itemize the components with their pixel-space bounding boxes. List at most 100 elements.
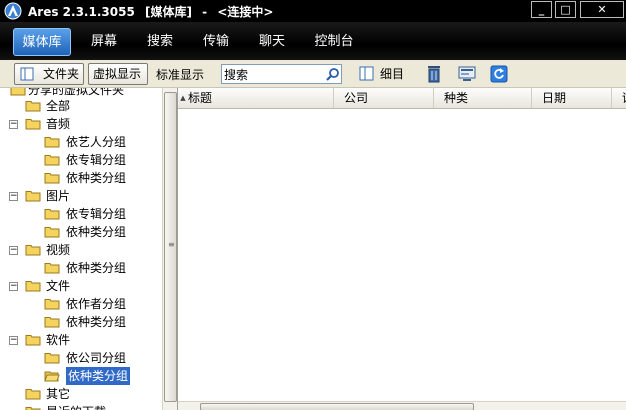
tree-item-label: 依种类分组 (66, 171, 127, 185)
tree-item[interactable]: 依种类分组 (0, 367, 160, 385)
file-list: ▲ 标题 公司 种类 日期 评 (178, 88, 626, 410)
tree-item-label: 依种类分组 (66, 315, 127, 329)
tree-item[interactable]: 其它 (0, 385, 160, 403)
tree-item-label: 依作者分组 (66, 297, 127, 311)
tree-item[interactable]: 依公司分组 (0, 349, 160, 367)
details-view-label: 细目 (380, 67, 405, 81)
folder-icon (25, 101, 41, 112)
app-name: Ares 2.3.1.3055 (28, 5, 135, 19)
tree-item-label: 依种类分组 (66, 261, 127, 275)
folder-icon (44, 263, 60, 274)
tree-item-label: 软件 (46, 333, 71, 347)
tree-item[interactable]: 依专辑分组 (0, 151, 160, 169)
folder-icon (44, 299, 60, 310)
tree-item[interactable]: 依种类分组 (0, 313, 160, 331)
folder-icon (25, 335, 41, 346)
folder-icon (44, 173, 60, 184)
tree-item[interactable]: 全部 (0, 97, 160, 115)
tree-item[interactable]: − 图片 (0, 187, 160, 205)
folder-icon (44, 227, 60, 238)
tab-transfer[interactable]: 传输 (196, 28, 236, 56)
tree-item[interactable]: 依专辑分组 (0, 205, 160, 223)
title-bar[interactable]: Ares 2.3.1.3055 [媒体库] - <连接中> _ □ ✕ (0, 0, 626, 22)
standard-view-link[interactable]: 标准显示 (156, 66, 204, 83)
column-date[interactable]: 日期 (532, 88, 612, 108)
tree-item-label: 依种类分组 (66, 225, 127, 239)
tree-collapse-toggle[interactable]: − (9, 246, 18, 255)
folder-icon (44, 137, 60, 148)
folder-icon (25, 281, 41, 292)
tree-item[interactable]: 依种类分组 (0, 223, 160, 241)
tab-search[interactable]: 搜索 (140, 28, 180, 56)
search-box (221, 64, 342, 84)
folder-icon (25, 119, 41, 130)
tree-collapse-toggle[interactable]: − (9, 336, 18, 345)
tree-item-label: 视频 (46, 243, 71, 257)
delete-icon[interactable] (424, 64, 444, 84)
folder-icon (25, 191, 41, 202)
tree-item[interactable]: 依种类分组 (0, 259, 160, 277)
tab-chat[interactable]: 聊天 (252, 28, 292, 56)
folder-icon (10, 88, 26, 96)
tree-item-label: 最近的下载 (46, 403, 106, 410)
tree-item[interactable]: 最近的下载 (0, 403, 160, 410)
tree-collapse-toggle[interactable]: − (9, 120, 18, 129)
folder-icon (25, 245, 41, 256)
folder-icon (44, 209, 60, 220)
tree-item[interactable]: − 音频 (0, 115, 160, 133)
tree-item[interactable]: 依种类分组 (0, 169, 160, 187)
folder-tree: 分享的虚拟文件夹 全部 − 音频 依艺人分组 依专辑分组 依种类分组 − 图片 依专辑分组 依种类分… (0, 88, 178, 410)
column-rating[interactable]: 评 (612, 88, 626, 108)
list-hscroll-thumb[interactable] (200, 403, 474, 410)
details-view-icon (359, 66, 374, 81)
screen-icon[interactable] (457, 64, 477, 84)
search-icon[interactable] (325, 67, 340, 82)
folder-view-icon (20, 67, 34, 81)
scroll-grip: ≡ (168, 240, 175, 249)
tab-screen[interactable]: 屏幕 (84, 28, 124, 56)
section-name: [媒体库] (144, 5, 192, 19)
folder-icon (44, 155, 60, 166)
folder-icon (44, 353, 60, 364)
tree-item-label: 音频 (46, 117, 71, 131)
maximize-button[interactable]: □ (555, 1, 576, 18)
tree-item[interactable]: 依艺人分组 (0, 133, 160, 151)
tree-item[interactable]: 依作者分组 (0, 295, 160, 313)
search-input[interactable] (224, 66, 320, 82)
folder-view-button[interactable]: 文件夹 (14, 63, 84, 85)
tree-collapse-toggle[interactable]: − (9, 282, 18, 291)
tree-item-label: 依专辑分组 (66, 153, 127, 167)
connection-status: <连接中> (217, 5, 274, 19)
tree-collapse-toggle[interactable]: − (9, 192, 18, 201)
minimize-button[interactable]: _ (531, 1, 552, 18)
folder-open-icon (44, 371, 60, 382)
tab-console[interactable]: 控制台 (308, 28, 360, 56)
column-type[interactable]: 种类 (434, 88, 532, 108)
tree-item-label: 依艺人分组 (66, 135, 127, 149)
tree-item-label: 其它 (46, 387, 71, 401)
virtual-view-button[interactable]: 虚拟显示 (88, 63, 148, 85)
tree-scroll-thumb[interactable]: ≡ (164, 92, 177, 402)
title-separator: - (202, 5, 208, 19)
tree-item[interactable]: − 软件 (0, 331, 160, 349)
tree-item-label: 全部 (46, 99, 71, 113)
column-header: ▲ 标题 公司 种类 日期 评 (178, 88, 626, 109)
refresh-icon[interactable] (489, 64, 509, 84)
tree-item[interactable]: − 视频 (0, 241, 160, 259)
tree-item-label: 文件 (46, 279, 71, 293)
tree-item[interactable]: − 文件 (0, 277, 160, 295)
tab-library[interactable]: 媒体库 (13, 28, 71, 56)
folder-icon (25, 407, 41, 410)
tree-scrollbar[interactable]: ≡ (162, 88, 177, 410)
column-company[interactable]: 公司 (334, 88, 434, 108)
folder-icon (25, 389, 41, 400)
tree-item-label: 依种类分组 (66, 367, 131, 385)
main-nav: 媒体库 屏幕 搜索 传输 聊天 控制台 (0, 22, 626, 60)
column-title[interactable]: 标题 (178, 88, 334, 108)
library-toolbar: 文件夹 虚拟显示 标准显示 细目 (0, 60, 626, 88)
virtual-view-label: 虚拟显示 (93, 67, 142, 81)
folder-icon (44, 317, 60, 328)
list-hscrollbar[interactable] (178, 401, 626, 410)
close-button[interactable]: ✕ (580, 1, 624, 18)
folder-view-label: 文件夹 (43, 67, 80, 81)
